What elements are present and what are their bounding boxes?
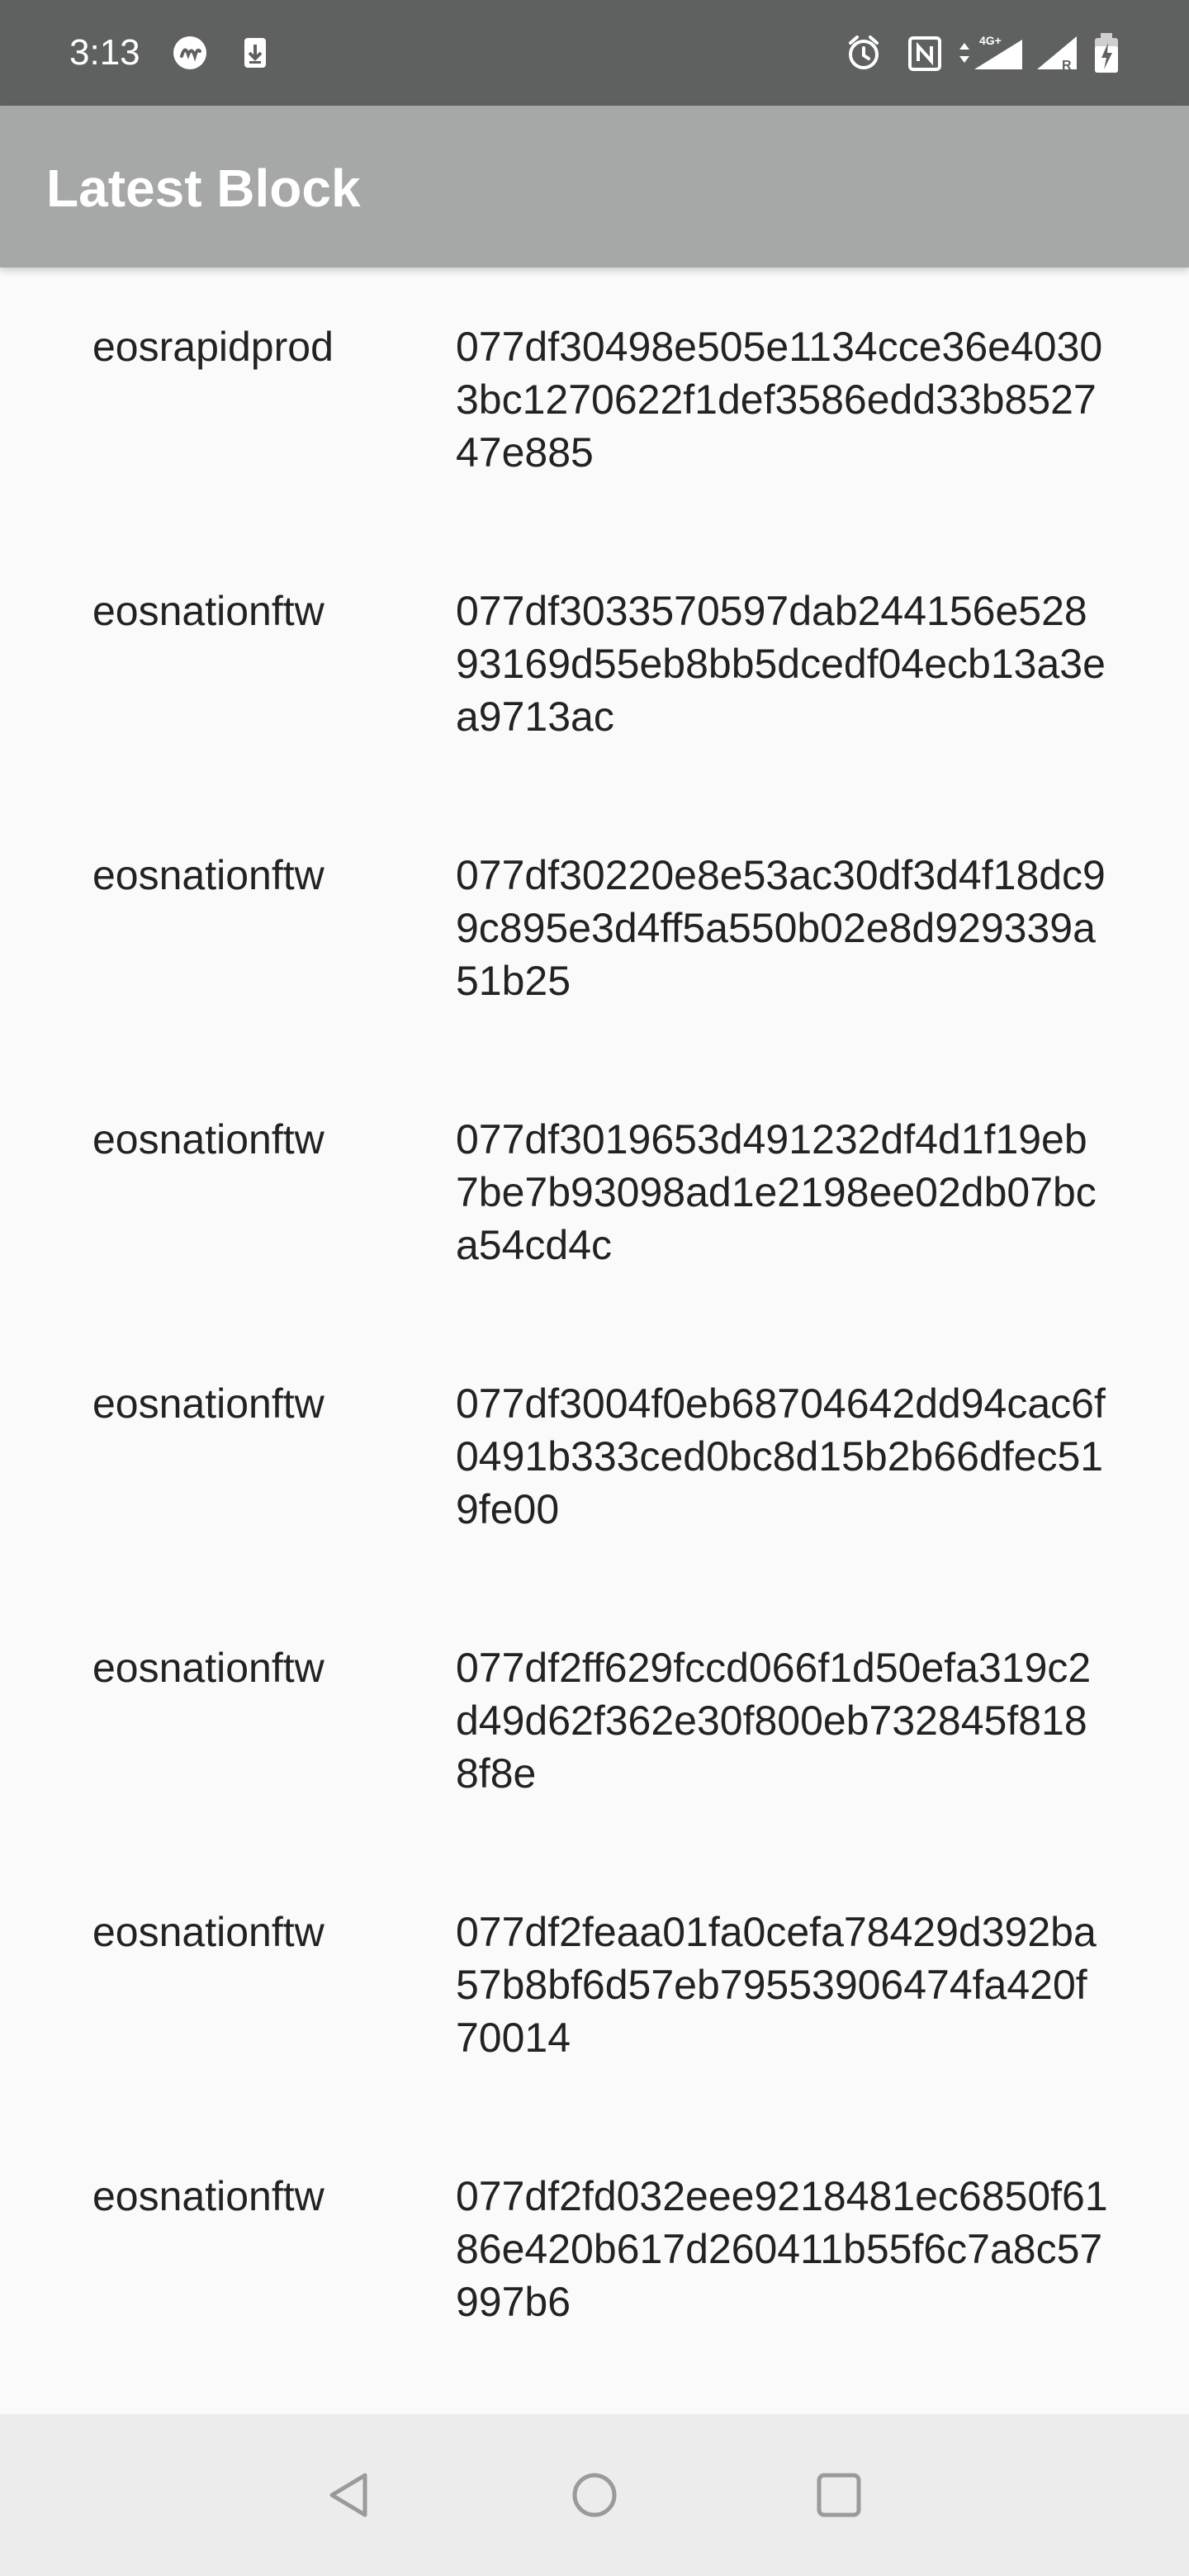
status-time: 3:13 — [69, 32, 140, 73]
block-id: 077df3004f0eb68704642dd94cac6f0491b333ce… — [456, 1380, 1106, 1532]
battery-charging-icon — [1095, 33, 1118, 73]
app-notification-icon — [173, 36, 206, 69]
block-id: 077df30498e505e1134cce36e40303bc1270622f… — [456, 324, 1103, 476]
home-icon[interactable] — [561, 2462, 628, 2528]
block-list[interactable]: eosrapidprod 077df30498e505e1134cce36e40… — [0, 268, 1189, 2414]
block-producer: eosnationftw — [92, 1645, 324, 1691]
block-id: 077df3019653d491232df4d1f19eb7be7b93098a… — [456, 1116, 1097, 1268]
svg-text:R: R — [1062, 59, 1072, 73]
block-producer: eosnationftw — [92, 588, 324, 634]
block-id: 077df3033570597dab244156e52893169d55eb8b… — [456, 588, 1106, 740]
page-title: Latest Block — [46, 159, 361, 218]
list-item[interactable]: eosnationftw 077df2ff629fccd066f1d50efa3… — [0, 1589, 1189, 1853]
block-id: 077df2fd032eee9218481ec6850f6186e420b617… — [456, 2173, 1108, 2325]
app-bar: Latest Block — [0, 106, 1189, 268]
signal-roaming-icon: R — [1037, 36, 1077, 73]
svg-text:4G+: 4G+ — [979, 34, 1002, 47]
status-bar: 3:13 4G+ R — [0, 0, 1189, 106]
block-id: 077df30220e8e53ac30df3d4f18dc99c895e3d4f… — [456, 852, 1106, 1004]
block-id: 077df2ff629fccd066f1d50efa319c2d49d62f36… — [456, 1645, 1092, 1797]
alarm-icon — [849, 36, 879, 69]
block-producer: eosnationftw — [92, 852, 324, 898]
download-icon — [244, 38, 266, 68]
list-item[interactable]: eosrapidprod 077df30498e505e1134cce36e40… — [0, 268, 1189, 532]
block-producer: eosnationftw — [92, 1116, 324, 1163]
list-item[interactable]: eosnationftw 077df3004f0eb68704642dd94ca… — [0, 1324, 1189, 1589]
screen: 3:13 4G+ R Latest Block eosrapidprod 077… — [0, 0, 1189, 2576]
signal-4g-icon: 4G+ — [959, 34, 1022, 69]
recents-icon[interactable] — [806, 2462, 872, 2528]
navigation-bar — [0, 2414, 1189, 2576]
back-icon[interactable] — [317, 2462, 383, 2528]
block-producer: eosnationftw — [92, 1380, 324, 1427]
block-producer: eosnationftw — [92, 1909, 324, 1955]
list-item[interactable]: eosnationftw 077df30220e8e53ac30df3d4f18… — [0, 796, 1189, 1060]
block-producer: eosrapidprod — [92, 324, 334, 370]
list-item[interactable]: eosnationftw 077df2feaa01fa0cefa78429d39… — [0, 1853, 1189, 2117]
list-item[interactable]: eosnationftw 077df2fd032eee9218481ec6850… — [0, 2117, 1189, 2381]
list-item[interactable]: eosnationftw 077df3033570597dab244156e52… — [0, 532, 1189, 796]
nfc-icon — [908, 36, 941, 71]
list-item[interactable]: eosnationftw 077df3019653d491232df4d1f19… — [0, 1060, 1189, 1324]
block-id: 077df2feaa01fa0cefa78429d392ba57b8bf6d57… — [456, 1909, 1097, 2061]
block-producer: eosnationftw — [92, 2173, 324, 2219]
